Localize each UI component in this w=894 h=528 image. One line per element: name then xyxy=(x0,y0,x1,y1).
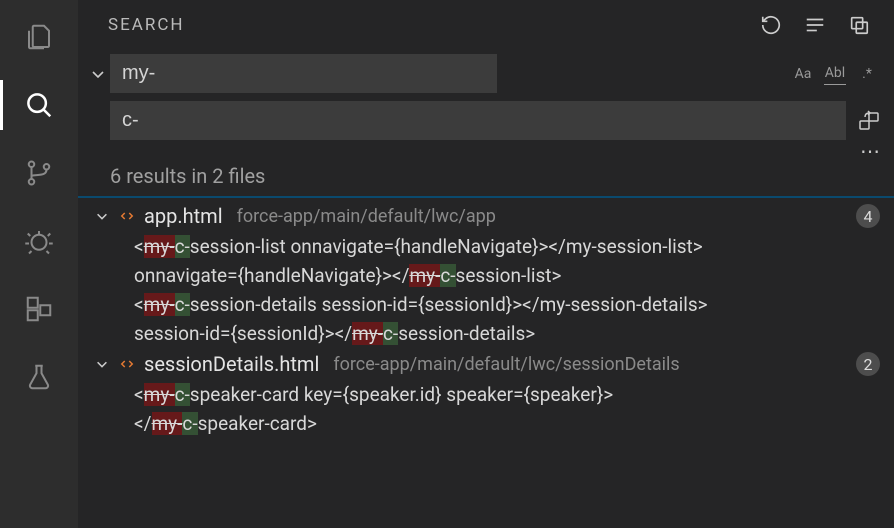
match-new: c- xyxy=(175,383,190,406)
chevron-down-icon xyxy=(90,66,106,82)
match-old: my- xyxy=(144,293,175,316)
html-file-icon xyxy=(118,355,136,373)
replace-all-button[interactable] xyxy=(854,106,884,136)
match-old: my- xyxy=(144,383,175,406)
extensions-icon xyxy=(24,294,54,324)
panel-title: SEARCH xyxy=(108,15,740,35)
chevron-down-icon xyxy=(94,357,110,371)
file-path: force-app/main/default/lwc/sessionDetail… xyxy=(333,354,848,375)
file-name: sessionDetails.html xyxy=(144,352,319,376)
match-new: c- xyxy=(182,412,197,435)
refresh-icon xyxy=(760,14,782,36)
match-old: my- xyxy=(152,412,183,435)
search-row: Aa Abl .* xyxy=(78,48,894,99)
refresh-button[interactable] xyxy=(758,12,784,38)
files-icon xyxy=(24,22,54,52)
match-row[interactable]: <my-c-session-details session-id={sessio… xyxy=(78,290,894,319)
replace-all-icon xyxy=(857,109,881,133)
activity-debug[interactable] xyxy=(20,222,58,260)
clear-results-button[interactable] xyxy=(802,12,828,38)
search-input-options: Aa Abl .* xyxy=(792,63,878,85)
new-editor-icon xyxy=(848,14,870,36)
match-row[interactable]: <my-c-session-list onnavigate={handleNav… xyxy=(78,232,894,261)
whole-word-button[interactable]: Abl xyxy=(824,63,846,85)
bug-icon xyxy=(24,226,54,256)
results-tree: app.html force-app/main/default/lwc/app 4 <… xyxy=(78,200,894,528)
match-new: c- xyxy=(440,264,455,287)
replace-row xyxy=(78,99,894,146)
search-icon xyxy=(24,90,54,120)
match-count-badge: 2 xyxy=(856,352,880,376)
file-row[interactable]: sessionDetails.html force-app/main/defaul… xyxy=(78,348,894,380)
match-row[interactable]: </my-c-speaker-card> xyxy=(78,409,894,438)
match-new: c- xyxy=(383,322,398,345)
match-old: my- xyxy=(144,235,175,258)
file-path: force-app/main/default/lwc/app xyxy=(237,206,848,227)
toggle-replace-button[interactable] xyxy=(86,66,110,82)
match-new: c- xyxy=(175,293,190,316)
branch-icon xyxy=(24,158,54,188)
activity-explorer[interactable] xyxy=(20,18,58,56)
match-case-button[interactable]: Aa xyxy=(792,63,814,85)
file-row[interactable]: app.html force-app/main/default/lwc/app 4 xyxy=(78,200,894,232)
match-new: c- xyxy=(175,235,190,258)
activity-testing[interactable] xyxy=(20,358,58,396)
activity-bar xyxy=(0,0,78,528)
search-panel: SEARCH Aa Abl .* ⋯ xyxy=(78,0,894,528)
activity-extensions[interactable] xyxy=(20,290,58,328)
more-options-button[interactable]: ⋯ xyxy=(860,146,882,156)
match-row[interactable]: onnavigate={handleNavigate}></my-c-sessi… xyxy=(78,261,894,290)
file-name: app.html xyxy=(144,204,223,228)
html-file-icon xyxy=(118,207,136,225)
search-input[interactable] xyxy=(110,54,497,93)
list-icon xyxy=(804,14,826,36)
match-count-badge: 4 xyxy=(856,204,880,228)
match-row[interactable]: <my-c-speaker-card key={speaker.id} spea… xyxy=(78,380,894,409)
panel-header: SEARCH xyxy=(78,0,894,48)
new-editor-button[interactable] xyxy=(846,12,872,38)
replace-input[interactable] xyxy=(110,101,846,140)
match-old: my- xyxy=(409,264,440,287)
match-row[interactable]: session-id={sessionId}></my-c-session-de… xyxy=(78,319,894,348)
activity-source-control[interactable] xyxy=(20,154,58,192)
results-summary: 6 results in 2 files xyxy=(78,162,894,196)
match-old: my- xyxy=(352,322,383,345)
activity-search[interactable] xyxy=(20,86,58,124)
flask-icon xyxy=(24,362,54,392)
regex-button[interactable]: .* xyxy=(856,63,878,85)
divider xyxy=(78,196,894,198)
chevron-down-icon xyxy=(94,209,110,223)
